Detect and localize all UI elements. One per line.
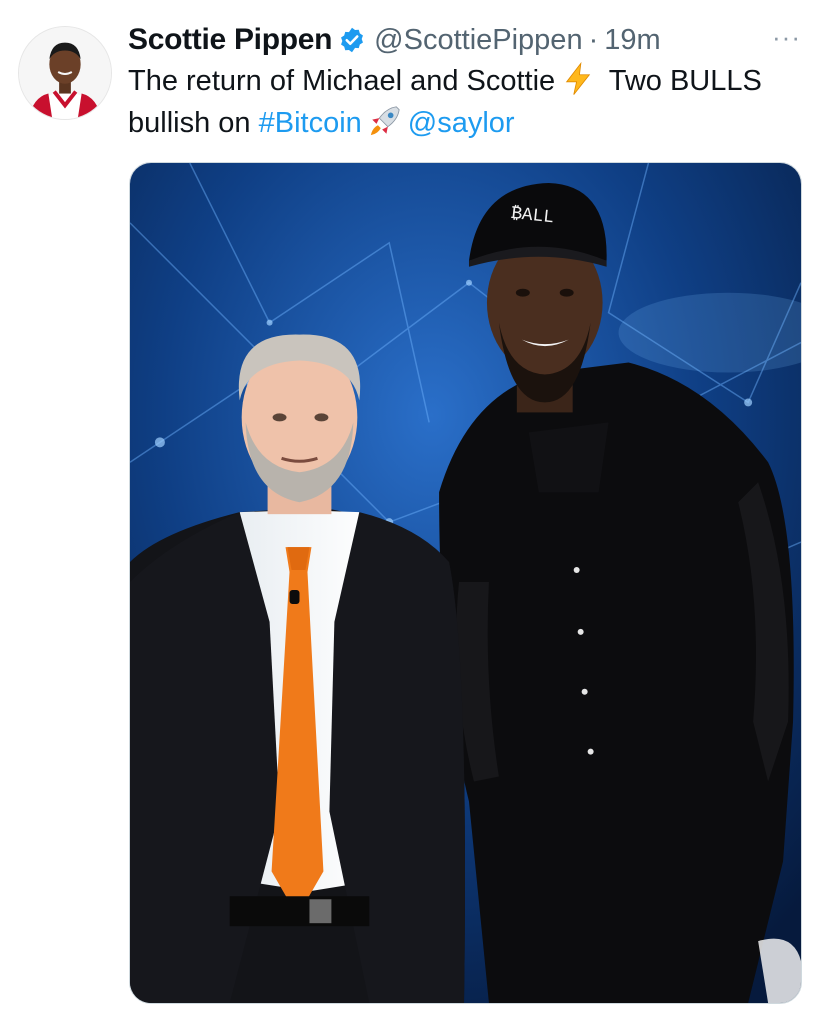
photo-image: ₿ALL (130, 163, 801, 1003)
author-handle[interactable]: @ScottiePippen (374, 24, 582, 57)
timestamp[interactable]: 19m (604, 24, 660, 57)
rocket-emoji-icon (370, 106, 400, 136)
tweet-text-part1: The return of Michael and Scottie (128, 65, 556, 97)
tweet-photo[interactable]: ₿ALL (129, 162, 802, 1004)
author-avatar[interactable] (18, 26, 112, 120)
author-name[interactable]: Scottie Pippen (128, 23, 332, 57)
verified-badge-icon (341, 27, 364, 53)
lightning-emoji-icon (565, 62, 591, 95)
tweet-header: Scottie Pippen @ScottiePippen · 19m (128, 18, 761, 62)
tweet-text: The return of Michael and Scottie Two BU… (128, 60, 788, 144)
more-options-icon[interactable]: ··· (772, 22, 801, 53)
hashtag-link[interactable]: #Bitcoin (259, 107, 362, 139)
mention-link[interactable]: @saylor (408, 107, 515, 139)
avatar-image (19, 27, 111, 119)
separator-dot: · (588, 23, 599, 56)
